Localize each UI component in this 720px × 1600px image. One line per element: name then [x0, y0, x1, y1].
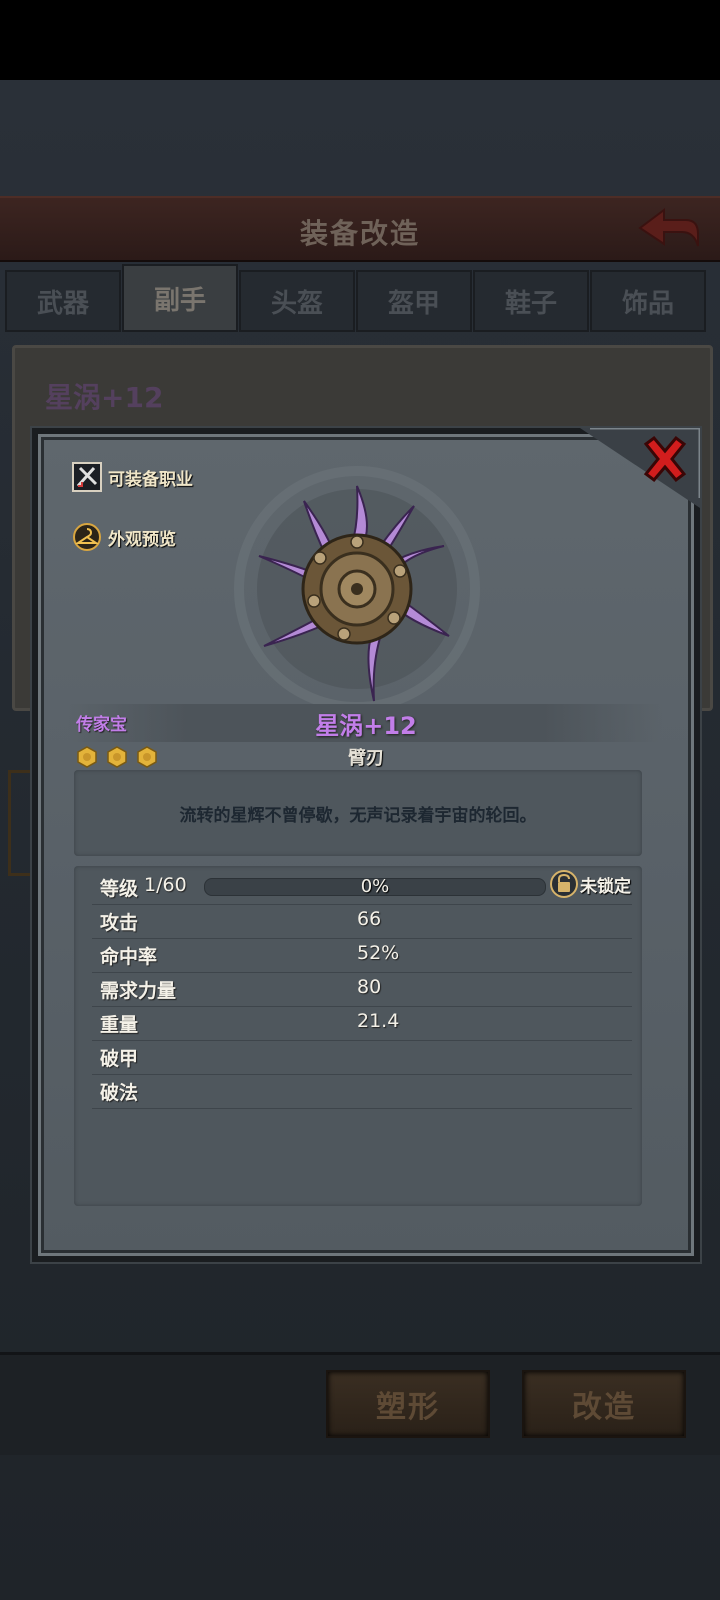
stat-label: 破法 [100, 1082, 139, 1104]
stat-label: 需求力量 [100, 980, 177, 1002]
stat-row: 重量 21.4 [92, 1006, 632, 1041]
stat-row: 命中率 52% [92, 938, 632, 973]
xp-progress-bar: 0% [204, 878, 546, 896]
stat-label: 攻击 [100, 912, 139, 934]
appearance-preview-label: 外观预览 [108, 529, 176, 550]
close-x-icon [643, 435, 687, 483]
page-title: 装备改造 [299, 217, 420, 250]
lock-toggle[interactable]: 未锁定 [550, 870, 631, 898]
refit-button[interactable]: 改造 [522, 1370, 686, 1438]
level-label: 等级 [100, 878, 139, 900]
stat-value: 66 [357, 908, 382, 930]
item-description: 流转的星辉不曾停歇，无声记录着宇宙的轮回。 [74, 770, 642, 856]
background-item-name: 星涡+12 [45, 381, 164, 414]
lock-status-text: 未锁定 [580, 876, 631, 897]
stats-panel: 等级 1/60 0% 未锁定 攻击 66 命中率 52% 需求力量 80 重量 … [74, 866, 642, 1206]
stat-value: 52% [357, 942, 400, 964]
crossed-swords-icon [72, 462, 102, 492]
stat-value: 80 [357, 976, 382, 998]
stat-label: 重量 [100, 1014, 139, 1036]
reshape-button[interactable]: 塑形 [326, 1370, 490, 1438]
tab-weapon[interactable]: 武器 [5, 270, 121, 332]
level-value: 1/60 [144, 874, 187, 896]
stat-row: 攻击 66 [92, 904, 632, 939]
tab-shoes[interactable]: 鞋子 [473, 270, 589, 332]
padlock-icon [550, 870, 578, 898]
stat-value: 21.4 [357, 1010, 400, 1032]
stat-row: 需求力量 80 [92, 972, 632, 1007]
item-name: 星涡+12 [315, 712, 417, 740]
equipment-tabs: 武器 副手 头盔 盔甲 鞋子 饰品 [5, 264, 715, 332]
item-type: 臂刃 [348, 748, 384, 769]
arm-blade-item-art [234, 466, 480, 712]
tab-helmet[interactable]: 头盔 [239, 270, 355, 332]
level-row: 等级 1/60 0% 未锁定 [92, 870, 632, 905]
xp-progress-text: 0% [360, 878, 390, 896]
back-arrow-icon[interactable] [636, 206, 702, 250]
hanger-icon [73, 523, 101, 551]
appearance-preview-link[interactable]: 外观预览 [72, 522, 176, 552]
stat-row: 破甲 [92, 1040, 632, 1075]
close-button[interactable] [638, 432, 692, 486]
page-header: 装备改造 [0, 196, 720, 262]
equip-class-label: 可装备职业 [108, 469, 193, 490]
stat-label: 命中率 [100, 946, 158, 968]
stat-row: 破法 [92, 1074, 632, 1109]
tab-offhand[interactable]: 副手 [122, 264, 238, 332]
item-detail-modal: 可装备职业 外观预览 传家宝 星涡+12 臂刃 流转的星辉不曾停歇，无声记录着宇… [32, 428, 700, 1262]
tab-accessory[interactable]: 饰品 [590, 270, 706, 332]
tab-armor[interactable]: 盔甲 [356, 270, 472, 332]
status-bar [0, 0, 720, 80]
stat-label: 破甲 [100, 1048, 139, 1070]
background-frame-left [8, 770, 35, 876]
equip-class-link[interactable]: 可装备职业 [72, 462, 193, 492]
